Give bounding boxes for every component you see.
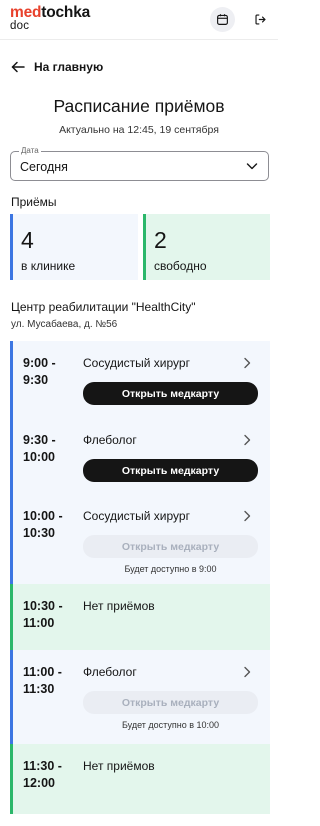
schedule-slot: 9:30 - 10:00 Флеболог Открыть медкарту — [10, 418, 270, 494]
chevron-right-icon[interactable] — [243, 510, 251, 522]
schedule-slot: 9:00 - 9:30 Сосудистый хирург Открыть ме… — [10, 341, 270, 418]
slot-doctor: Сосудистый хирург — [83, 509, 190, 523]
back-label: На главную — [34, 60, 104, 74]
chevron-right-icon[interactable] — [243, 357, 251, 369]
logo-doc-text: doc — [10, 20, 30, 32]
top-bar: medtochka doc — [0, 0, 278, 40]
calendar-icon — [217, 14, 228, 25]
availability-note: Будет доступно в 9:00 — [124, 564, 217, 574]
stat-free-count: 2 — [154, 227, 167, 253]
slot-time-start: 11:00 - — [23, 665, 62, 679]
logo-med-text: med — [10, 4, 42, 21]
logout-icon — [255, 14, 266, 25]
date-select-label: Дата — [19, 146, 41, 156]
clinic-name: Центр реабилитации "HealthCity" — [11, 300, 196, 314]
back-to-home-link[interactable]: На главную — [11, 58, 103, 76]
page-title: Расписание приёмов — [53, 96, 225, 116]
no-appointments-label: Нет приёмов — [83, 759, 155, 773]
open-medcard-button[interactable]: Открыть медкарту — [83, 382, 258, 405]
slot-time-end: 11:30 — [23, 682, 55, 696]
schedule-slot: 10:00 - 10:30 Сосудистый хирург Открыть … — [10, 494, 270, 584]
page-subtitle: Актуально на 12:45, 19 сентября — [59, 124, 219, 136]
slot-time: 11:30 - 12:00 — [23, 758, 79, 792]
stat-in-clinic: 4 в клинике — [10, 214, 138, 280]
appointments-label: Приёмы — [11, 195, 57, 209]
slot-doctor: Флеболог — [83, 665, 137, 679]
clinic-address: ул. Мусабаева, д. №56 — [11, 319, 118, 330]
schedule-slot-free: 10:30 - 11:00 Нет приёмов — [10, 584, 270, 650]
slot-doctor: Флеболог — [83, 433, 137, 447]
slot-time: 9:30 - 10:00 — [23, 432, 79, 466]
slot-time-end: 10:00 — [23, 450, 55, 464]
schedule-slot: 11:00 - 11:30 Флеболог Открыть медкарту … — [10, 650, 270, 744]
schedule-slot-free: 11:30 - 12:00 Нет приёмов — [10, 744, 270, 814]
stat-in-clinic-count: 4 — [21, 227, 34, 253]
arrow-left-icon — [11, 61, 25, 73]
logout-button[interactable] — [248, 7, 273, 32]
date-select-value: Сегодня — [20, 160, 68, 174]
stat-free: 2 свободно — [143, 214, 270, 280]
slot-time: 11:00 - 11:30 — [23, 664, 79, 698]
slot-time: 10:30 - 11:00 — [23, 598, 79, 632]
date-select[interactable]: Дата Сегодня — [10, 146, 269, 181]
stat-in-clinic-text: в клинике — [21, 259, 76, 273]
availability-note: Будет доступно в 10:00 — [121, 720, 220, 730]
chevron-right-icon[interactable] — [243, 434, 251, 446]
logo-tochka-text: tochka — [41, 4, 91, 21]
open-medcard-button-disabled: Открыть медкарту — [83, 691, 258, 714]
slot-doctor: Сосудистый хирург — [83, 356, 190, 370]
slot-time: 10:00 - 10:30 — [23, 508, 79, 542]
open-medcard-button-disabled: Открыть медкарту — [83, 535, 258, 558]
slot-time-start: 9:00 - — [23, 356, 56, 370]
slot-time-end: 9:30 — [23, 373, 49, 387]
open-medcard-button[interactable]: Открыть медкарту — [83, 459, 258, 482]
slot-time-start: 10:00 - — [23, 509, 63, 523]
stat-free-text: свободно — [154, 259, 207, 273]
calendar-button[interactable] — [210, 7, 235, 32]
slot-time-end: 12:00 — [23, 776, 55, 790]
slot-time: 9:00 - 9:30 — [23, 355, 79, 389]
slot-time-end: 11:00 — [23, 616, 55, 630]
slot-time-start: 11:30 - — [23, 759, 62, 773]
slot-time-start: 10:30 - — [23, 599, 63, 613]
slot-time-end: 10:30 — [23, 526, 55, 540]
chevron-right-icon[interactable] — [243, 666, 251, 678]
app-logo[interactable]: medtochka doc — [10, 5, 90, 33]
slot-time-start: 9:30 - — [23, 433, 56, 447]
chevron-down-icon — [246, 163, 258, 170]
no-appointments-label: Нет приёмов — [83, 599, 155, 613]
